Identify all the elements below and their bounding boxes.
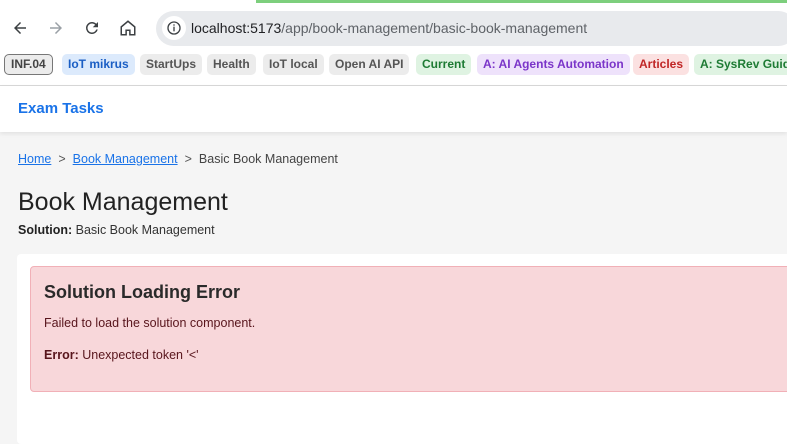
subtitle-label: Solution:	[18, 223, 73, 237]
breadcrumb-current: Basic Book Management	[198, 152, 338, 166]
reload-button[interactable]	[80, 16, 104, 40]
bookmarks-bar: INF.04 IoT mikrus StartUps Health IoT lo…	[0, 54, 787, 76]
page-title: Book Management	[18, 188, 228, 216]
error-alert: Solution Loading Error Failed to load th…	[30, 266, 787, 392]
breadcrumb-separator: >	[58, 152, 66, 166]
breadcrumb-book-management-link[interactable]: Book Management	[73, 152, 178, 166]
breadcrumb: Home > Book Management > Basic Book Manageme…	[18, 152, 338, 166]
bookmark-ai-agents-automation[interactable]: A: AI Agents Automation	[477, 54, 630, 75]
address-bar[interactable]: localhost:5173/app/book-management/basic…	[156, 11, 787, 46]
error-title: Solution Loading Error	[44, 282, 240, 302]
site-info-icon[interactable]	[162, 16, 186, 40]
error-message: Failed to load the solution component.	[44, 316, 256, 330]
error-detail-value: Unexpected token '<'	[82, 348, 199, 362]
error-detail: Error: Unexpected token '<'	[44, 348, 199, 362]
url-host: localhost:5173	[191, 20, 282, 36]
page-subtitle: Solution: Basic Book Management	[18, 223, 215, 237]
bookmark-iot-mikrus[interactable]: IoT mikrus	[62, 54, 135, 75]
bookmark-startups[interactable]: StartUps	[140, 54, 203, 75]
address-url[interactable]: localhost:5173/app/book-management/basic…	[191, 20, 587, 36]
tab-accent-line	[256, 0, 787, 3]
reload-icon	[85, 21, 98, 34]
bookmark-current[interactable]: Current	[416, 54, 472, 75]
bookmark-articles[interactable]: Articles	[633, 54, 690, 75]
bookmark-sysrev-guide[interactable]: A: SysRev Guide	[694, 54, 787, 75]
breadcrumb-separator: >	[184, 152, 192, 166]
arrow-right-icon	[50, 22, 62, 34]
bookmark-inf04[interactable]: INF.04	[4, 54, 53, 75]
bookmark-iot-local[interactable]: IoT local	[263, 54, 324, 75]
subtitle-value: Basic Book Management	[75, 223, 215, 237]
home-button[interactable]	[116, 16, 140, 40]
home-icon	[120, 20, 136, 36]
app-header: Exam Tasks	[0, 86, 787, 132]
error-detail-label: Error:	[44, 348, 79, 362]
browser-toolbar: localhost:5173/app/book-management/basic…	[0, 0, 787, 86]
app-brand-link[interactable]: Exam Tasks	[18, 100, 104, 117]
back-button[interactable]	[8, 16, 32, 40]
arrow-left-icon	[14, 22, 26, 34]
forward-button[interactable]	[44, 16, 68, 40]
bookmark-open-ai-api[interactable]: Open AI API	[329, 54, 410, 75]
breadcrumb-home-link[interactable]: Home	[18, 152, 51, 166]
url-path: /app/book-management/basic-book-manageme…	[281, 20, 588, 36]
bookmark-health[interactable]: Health	[207, 54, 256, 75]
